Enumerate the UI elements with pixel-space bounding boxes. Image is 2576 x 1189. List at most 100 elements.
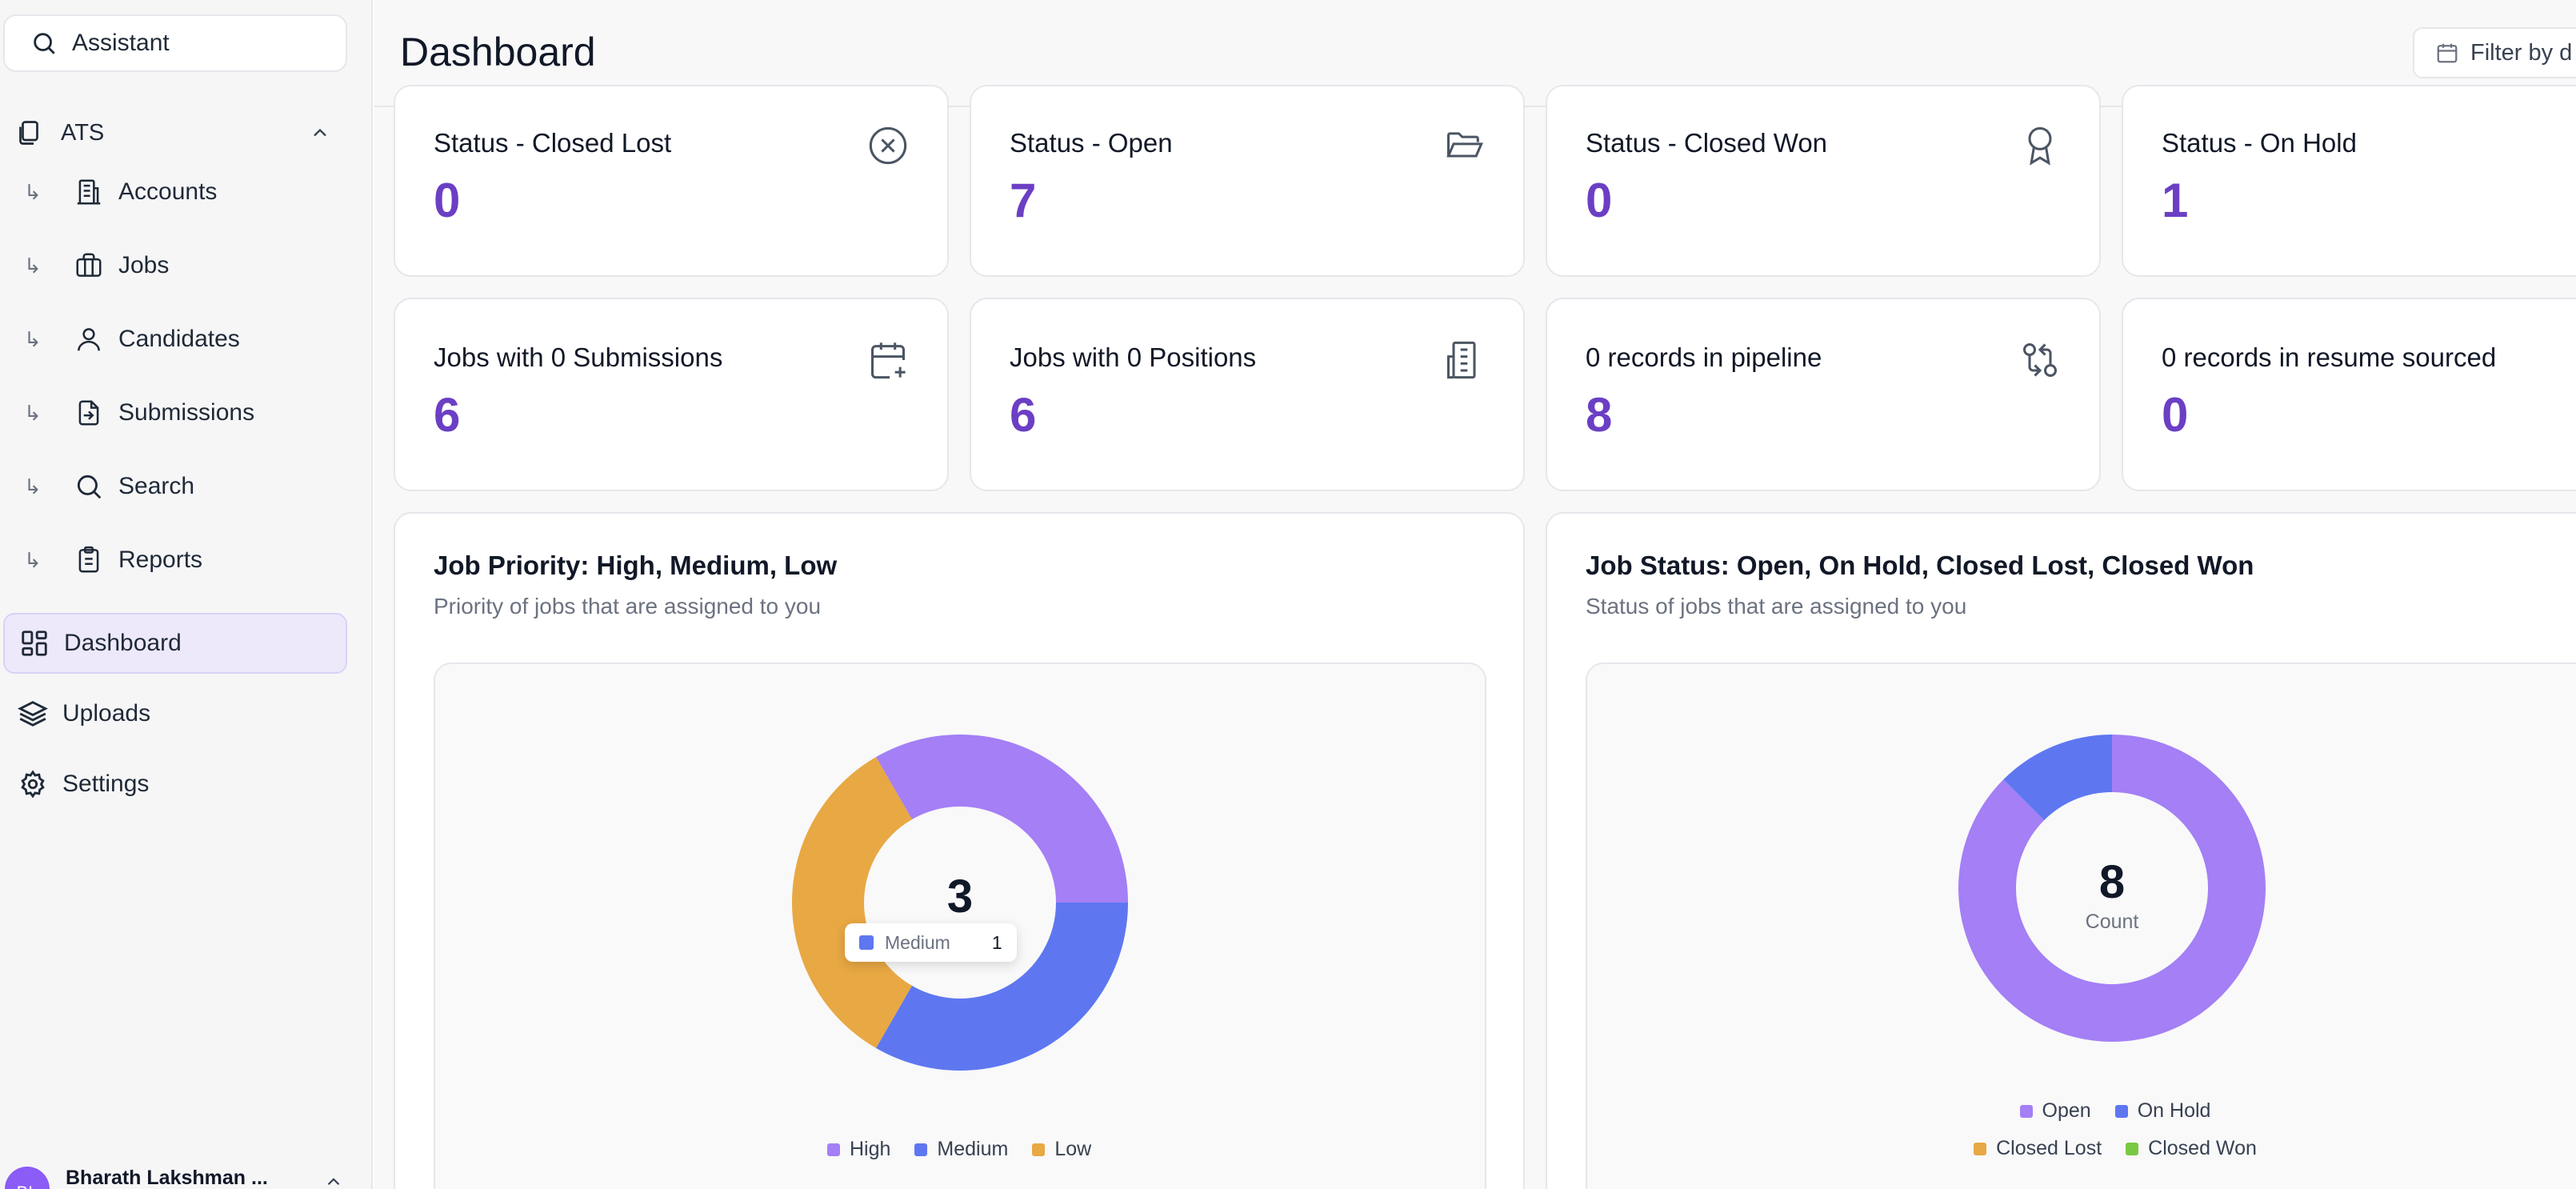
- chart-subtitle: Priority of jobs that are assigned to yo…: [434, 594, 822, 619]
- chart-card-job-status: Job Status: Open, On Hold, Closed Lost, …: [1546, 512, 2576, 1189]
- award-icon: [2028, 126, 2052, 166]
- chart-area: 8 Count Open On Hold Closed Lost Closed Won: [1586, 663, 2576, 1189]
- stat-title: Status - On Hold: [2162, 128, 2357, 158]
- legend-swatch: [827, 1143, 840, 1156]
- sub-arrow-icon: ↳: [24, 326, 42, 351]
- assistant-search[interactable]: Assistant: [3, 14, 347, 72]
- sidebar-item-dashboard[interactable]: Dashboard: [3, 613, 347, 674]
- chart-tooltip: Medium 1: [845, 923, 1017, 962]
- sidebar: Assistant ATS ↳ Accounts ↳ Jobs ↳ Candid…: [0, 0, 373, 1189]
- legend-label: Open: [2042, 1099, 2091, 1122]
- legend-label: High: [850, 1138, 891, 1160]
- stat-value: 6: [1010, 388, 1037, 442]
- legend-swatch: [1974, 1142, 1987, 1155]
- sub-arrow-icon: ↳: [24, 179, 42, 204]
- stat-card-on-hold: Status - On Hold 1: [2122, 85, 2576, 277]
- donut-center-value: 8: [2099, 856, 2125, 908]
- legend-item-on-hold[interactable]: On Hold: [2114, 1099, 2211, 1123]
- sidebar-item-label: Accounts: [118, 178, 218, 205]
- sidebar-item-uploads[interactable]: Uploads: [3, 683, 347, 744]
- chart-title: Job Priority: High, Medium, Low: [434, 550, 838, 580]
- calendar-icon: [2437, 43, 2458, 63]
- page-title: Dashboard: [400, 30, 596, 74]
- stat-card-closed-won: Status - Closed Won 0: [1546, 85, 2101, 277]
- stat-title: Jobs with 0 Submissions: [434, 342, 723, 372]
- tooltip-swatch: [859, 935, 874, 950]
- sub-arrow-icon: ↳: [24, 474, 42, 498]
- sidebar-item-label: Search: [118, 473, 195, 499]
- legend-label: Closed Lost: [1996, 1137, 2102, 1159]
- legend-swatch: [1032, 1143, 1046, 1156]
- filter-by-date-button[interactable]: Filter by d: [2413, 27, 2576, 78]
- legend-label: Closed Won: [2148, 1137, 2257, 1159]
- chart-legend: High Medium Low: [827, 1138, 1091, 1161]
- stat-value: 0: [2162, 388, 2189, 442]
- donut-center-value: 3: [947, 871, 973, 923]
- sub-arrow-icon: ↳: [24, 547, 42, 572]
- stat-value: 7: [1010, 174, 1037, 227]
- dashboard-grid-icon: [22, 631, 47, 656]
- sidebar-item-search[interactable]: ↳ Search: [24, 462, 344, 510]
- files-icon: [19, 121, 38, 145]
- legend-swatch: [2126, 1142, 2139, 1155]
- legend-swatch: [2114, 1104, 2128, 1118]
- gear-icon: [21, 770, 45, 799]
- donut-slice-low[interactable]: [792, 757, 912, 1048]
- sidebar-group-label: ATS: [61, 119, 105, 146]
- legend-swatch: [2019, 1104, 2033, 1118]
- stat-card-open: Status - Open 7: [970, 85, 1525, 277]
- stat-value: 6: [434, 388, 461, 442]
- stat-value: 0: [1586, 174, 1613, 227]
- search-icon: [74, 471, 104, 502]
- stat-card-pipeline: 0 records in pipeline 8: [1546, 298, 2101, 491]
- sidebar-item-label: Jobs: [118, 252, 170, 278]
- calendar-plus-icon: [870, 342, 906, 379]
- stat-card-closed-lost: Status - Closed Lost 0: [394, 85, 949, 277]
- folder-open-icon: [1446, 132, 1483, 158]
- legend-swatch: [914, 1143, 928, 1156]
- legend-item-closed-lost[interactable]: Closed Lost: [1974, 1137, 2102, 1160]
- chevron-up-icon[interactable]: [323, 1171, 344, 1189]
- main-content: Dashboard Filter by d Status - Closed Lo…: [374, 0, 2576, 1189]
- user-icon: [74, 324, 104, 354]
- layers-icon: [18, 701, 48, 727]
- stat-title: 0 records in resume sourced: [2162, 342, 2497, 372]
- legend-item-open[interactable]: Open: [2019, 1099, 2091, 1123]
- chevron-up-icon[interactable]: [309, 122, 331, 144]
- legend-item-high[interactable]: High: [827, 1138, 890, 1161]
- tooltip-label: Medium: [885, 931, 950, 953]
- sidebar-item-label: Settings: [62, 771, 150, 797]
- stat-card-zero-submissions: Jobs with 0 Submissions 6: [394, 298, 949, 491]
- sidebar-item-jobs[interactable]: ↳ Jobs: [24, 242, 344, 290]
- donut-slice-high[interactable]: [876, 735, 1128, 903]
- sidebar-item-reports[interactable]: ↳ Reports: [24, 536, 344, 584]
- sidebar-item-settings[interactable]: Settings: [3, 754, 347, 815]
- briefcase-icon: [74, 250, 104, 281]
- building-icon: [74, 177, 104, 207]
- search-icon: [34, 33, 55, 54]
- clipboard-icon: [74, 545, 104, 575]
- stat-title: 0 records in pipeline: [1586, 342, 1822, 372]
- stat-title: Jobs with 0 Positions: [1010, 342, 1257, 372]
- legend-label: On Hold: [2137, 1099, 2211, 1122]
- sidebar-item-label: Reports: [118, 546, 203, 573]
- sub-arrow-icon: ↳: [24, 400, 42, 425]
- x-circle-icon: [869, 126, 907, 165]
- user-menu[interactable]: BL Bharath Lakshman ...: [0, 1160, 352, 1189]
- building-icon: [1446, 341, 1476, 379]
- sidebar-item-submissions[interactable]: ↳ Submissions: [24, 389, 344, 437]
- sidebar-item-accounts[interactable]: ↳ Accounts: [24, 168, 344, 216]
- filter-label: Filter by d: [2470, 39, 2573, 66]
- sub-arrow-icon: ↳: [24, 253, 42, 278]
- sidebar-group-ats[interactable]: ATS: [14, 112, 342, 154]
- sidebar-item-label: Submissions: [118, 399, 255, 426]
- sidebar-item-candidates[interactable]: ↳ Candidates: [24, 315, 344, 363]
- donut-center-label: Count: [2086, 911, 2139, 933]
- legend-item-closed-won[interactable]: Closed Won: [2126, 1137, 2257, 1160]
- sidebar-item-label: Candidates: [118, 326, 240, 352]
- user-name: Bharath Lakshman ...: [66, 1167, 268, 1189]
- stat-value: 8: [1586, 388, 1613, 442]
- tooltip-value: 1: [991, 931, 1002, 953]
- legend-item-low[interactable]: Low: [1032, 1138, 1091, 1161]
- legend-item-medium[interactable]: Medium: [914, 1138, 1008, 1161]
